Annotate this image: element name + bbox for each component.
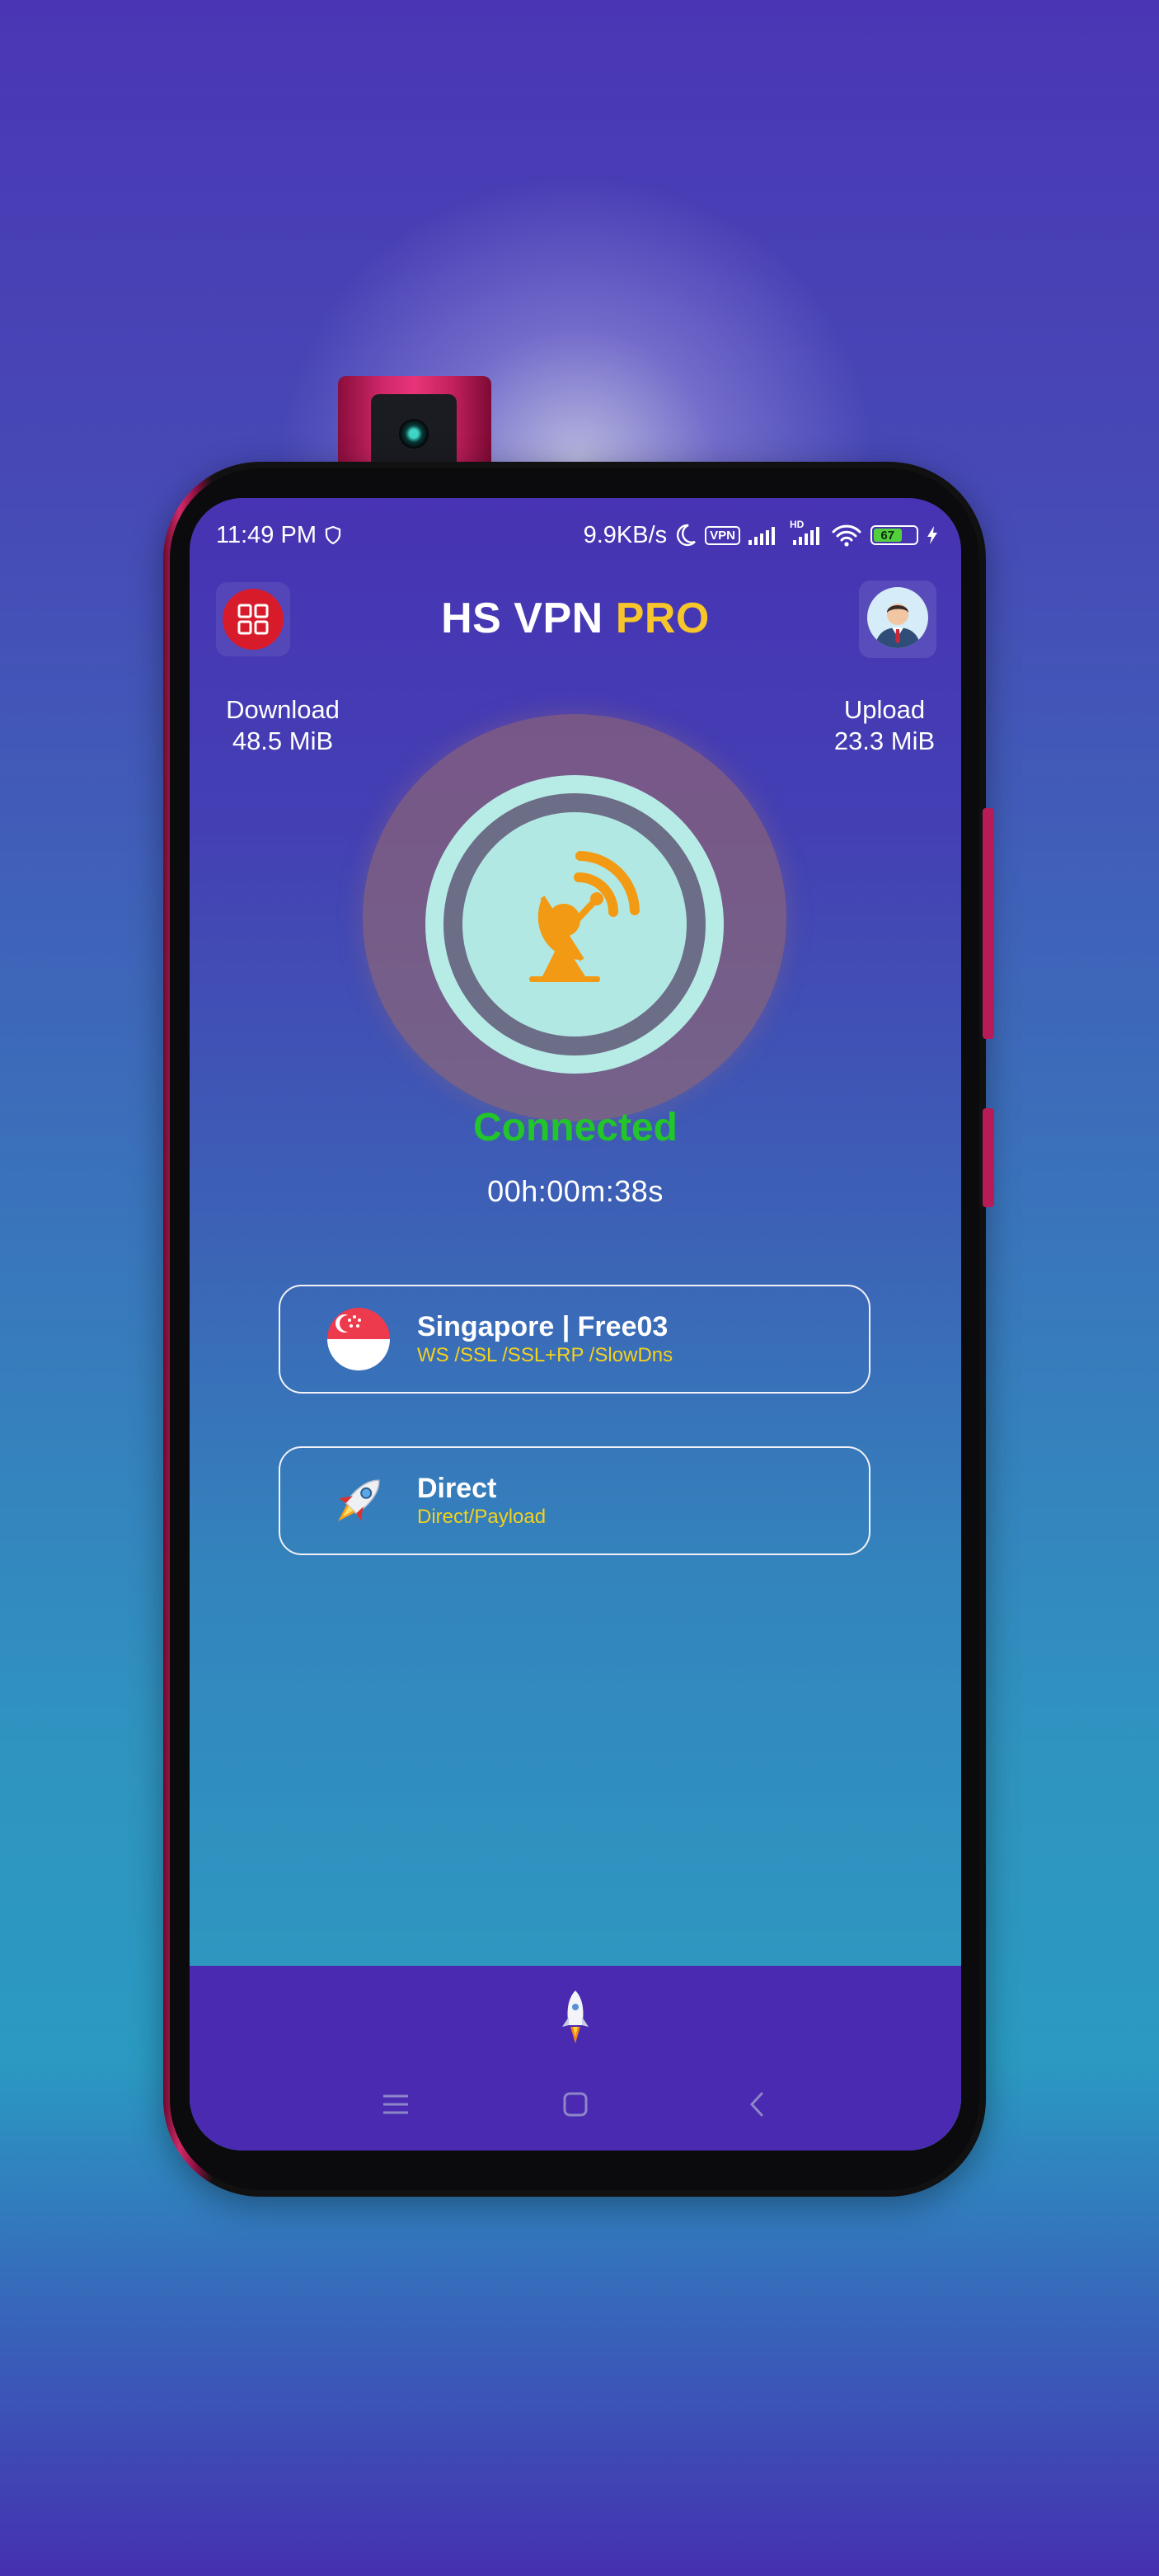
- upload-label: Upload: [843, 695, 926, 724]
- avatar-icon: [866, 586, 929, 653]
- charging-icon: [927, 525, 938, 545]
- upload-stat: Upload 23.3 MiB: [831, 694, 938, 757]
- system-navigation-bar: [190, 2089, 961, 2122]
- server-name: Singapore | Free03: [417, 1311, 669, 1342]
- chevron-left-icon: [747, 2091, 767, 2122]
- download-label: Download: [226, 695, 340, 724]
- rocket-icon: [326, 1469, 391, 1533]
- upload-value: 23.3 MiB: [833, 726, 936, 755]
- bottom-navigation: [190, 1966, 961, 2151]
- connection-status: Connected: [472, 1106, 678, 1149]
- battery-level: 67: [874, 529, 902, 543]
- app-title-accent: PRO: [615, 595, 710, 642]
- signal-icon: [748, 525, 781, 545]
- status-bar: 11:49 PM 9.9KB/s VPN HD 67: [216, 516, 938, 554]
- popup-camera: [338, 376, 491, 475]
- recents-button[interactable]: [378, 2089, 414, 2122]
- home-button[interactable]: [557, 2089, 594, 2122]
- camera-lens: [371, 394, 457, 472]
- rocket-icon: [559, 1991, 592, 2050]
- square-icon: [562, 2091, 589, 2122]
- satellite-dish-icon: [496, 844, 653, 1005]
- app-title: HS VPN PRO: [190, 594, 961, 643]
- app-title-main: HS VPN: [441, 595, 603, 642]
- server-protocols: WS /SSL /SSL+RP /SlowDns: [417, 1344, 673, 1366]
- download-stat: Download 48.5 MiB: [221, 694, 345, 757]
- power-button: [983, 1108, 994, 1207]
- mode-name: Direct: [417, 1473, 497, 1504]
- shield-icon: [325, 526, 341, 544]
- connect-button[interactable]: [425, 775, 724, 1074]
- mode-description: Direct/Payload: [417, 1506, 547, 1528]
- app-header: HS VPN PRO: [190, 577, 961, 668]
- mode-selector[interactable]: Direct Direct/Payload: [279, 1446, 870, 1555]
- volume-button: [983, 808, 994, 1039]
- battery-icon: 67: [870, 525, 918, 545]
- singapore-flag-icon: [326, 1307, 391, 1371]
- vpn-badge: VPN: [705, 525, 740, 545]
- nav-rocket-button[interactable]: [559, 1989, 592, 2047]
- status-time: 11:49 PM: [216, 521, 317, 548]
- server-selector[interactable]: Singapore | Free03 WS /SSL /SSL+RP /Slow…: [279, 1285, 870, 1394]
- network-speed: 9.9KB/s: [583, 521, 668, 548]
- menu-lines-icon: [382, 2094, 410, 2119]
- back-button[interactable]: [739, 2089, 775, 2122]
- wifi-icon: [831, 524, 862, 547]
- signal-hd-icon: HD: [790, 519, 823, 545]
- app-screen: 11:49 PM 9.9KB/s VPN HD 67 HS VPN PRO Do…: [190, 498, 961, 2151]
- hd-label: HD: [790, 519, 805, 530]
- connection-timer: 00h:00m:38s: [487, 1174, 664, 1208]
- profile-button[interactable]: [859, 581, 936, 658]
- moon-icon: [675, 524, 697, 547]
- download-value: 48.5 MiB: [232, 726, 334, 755]
